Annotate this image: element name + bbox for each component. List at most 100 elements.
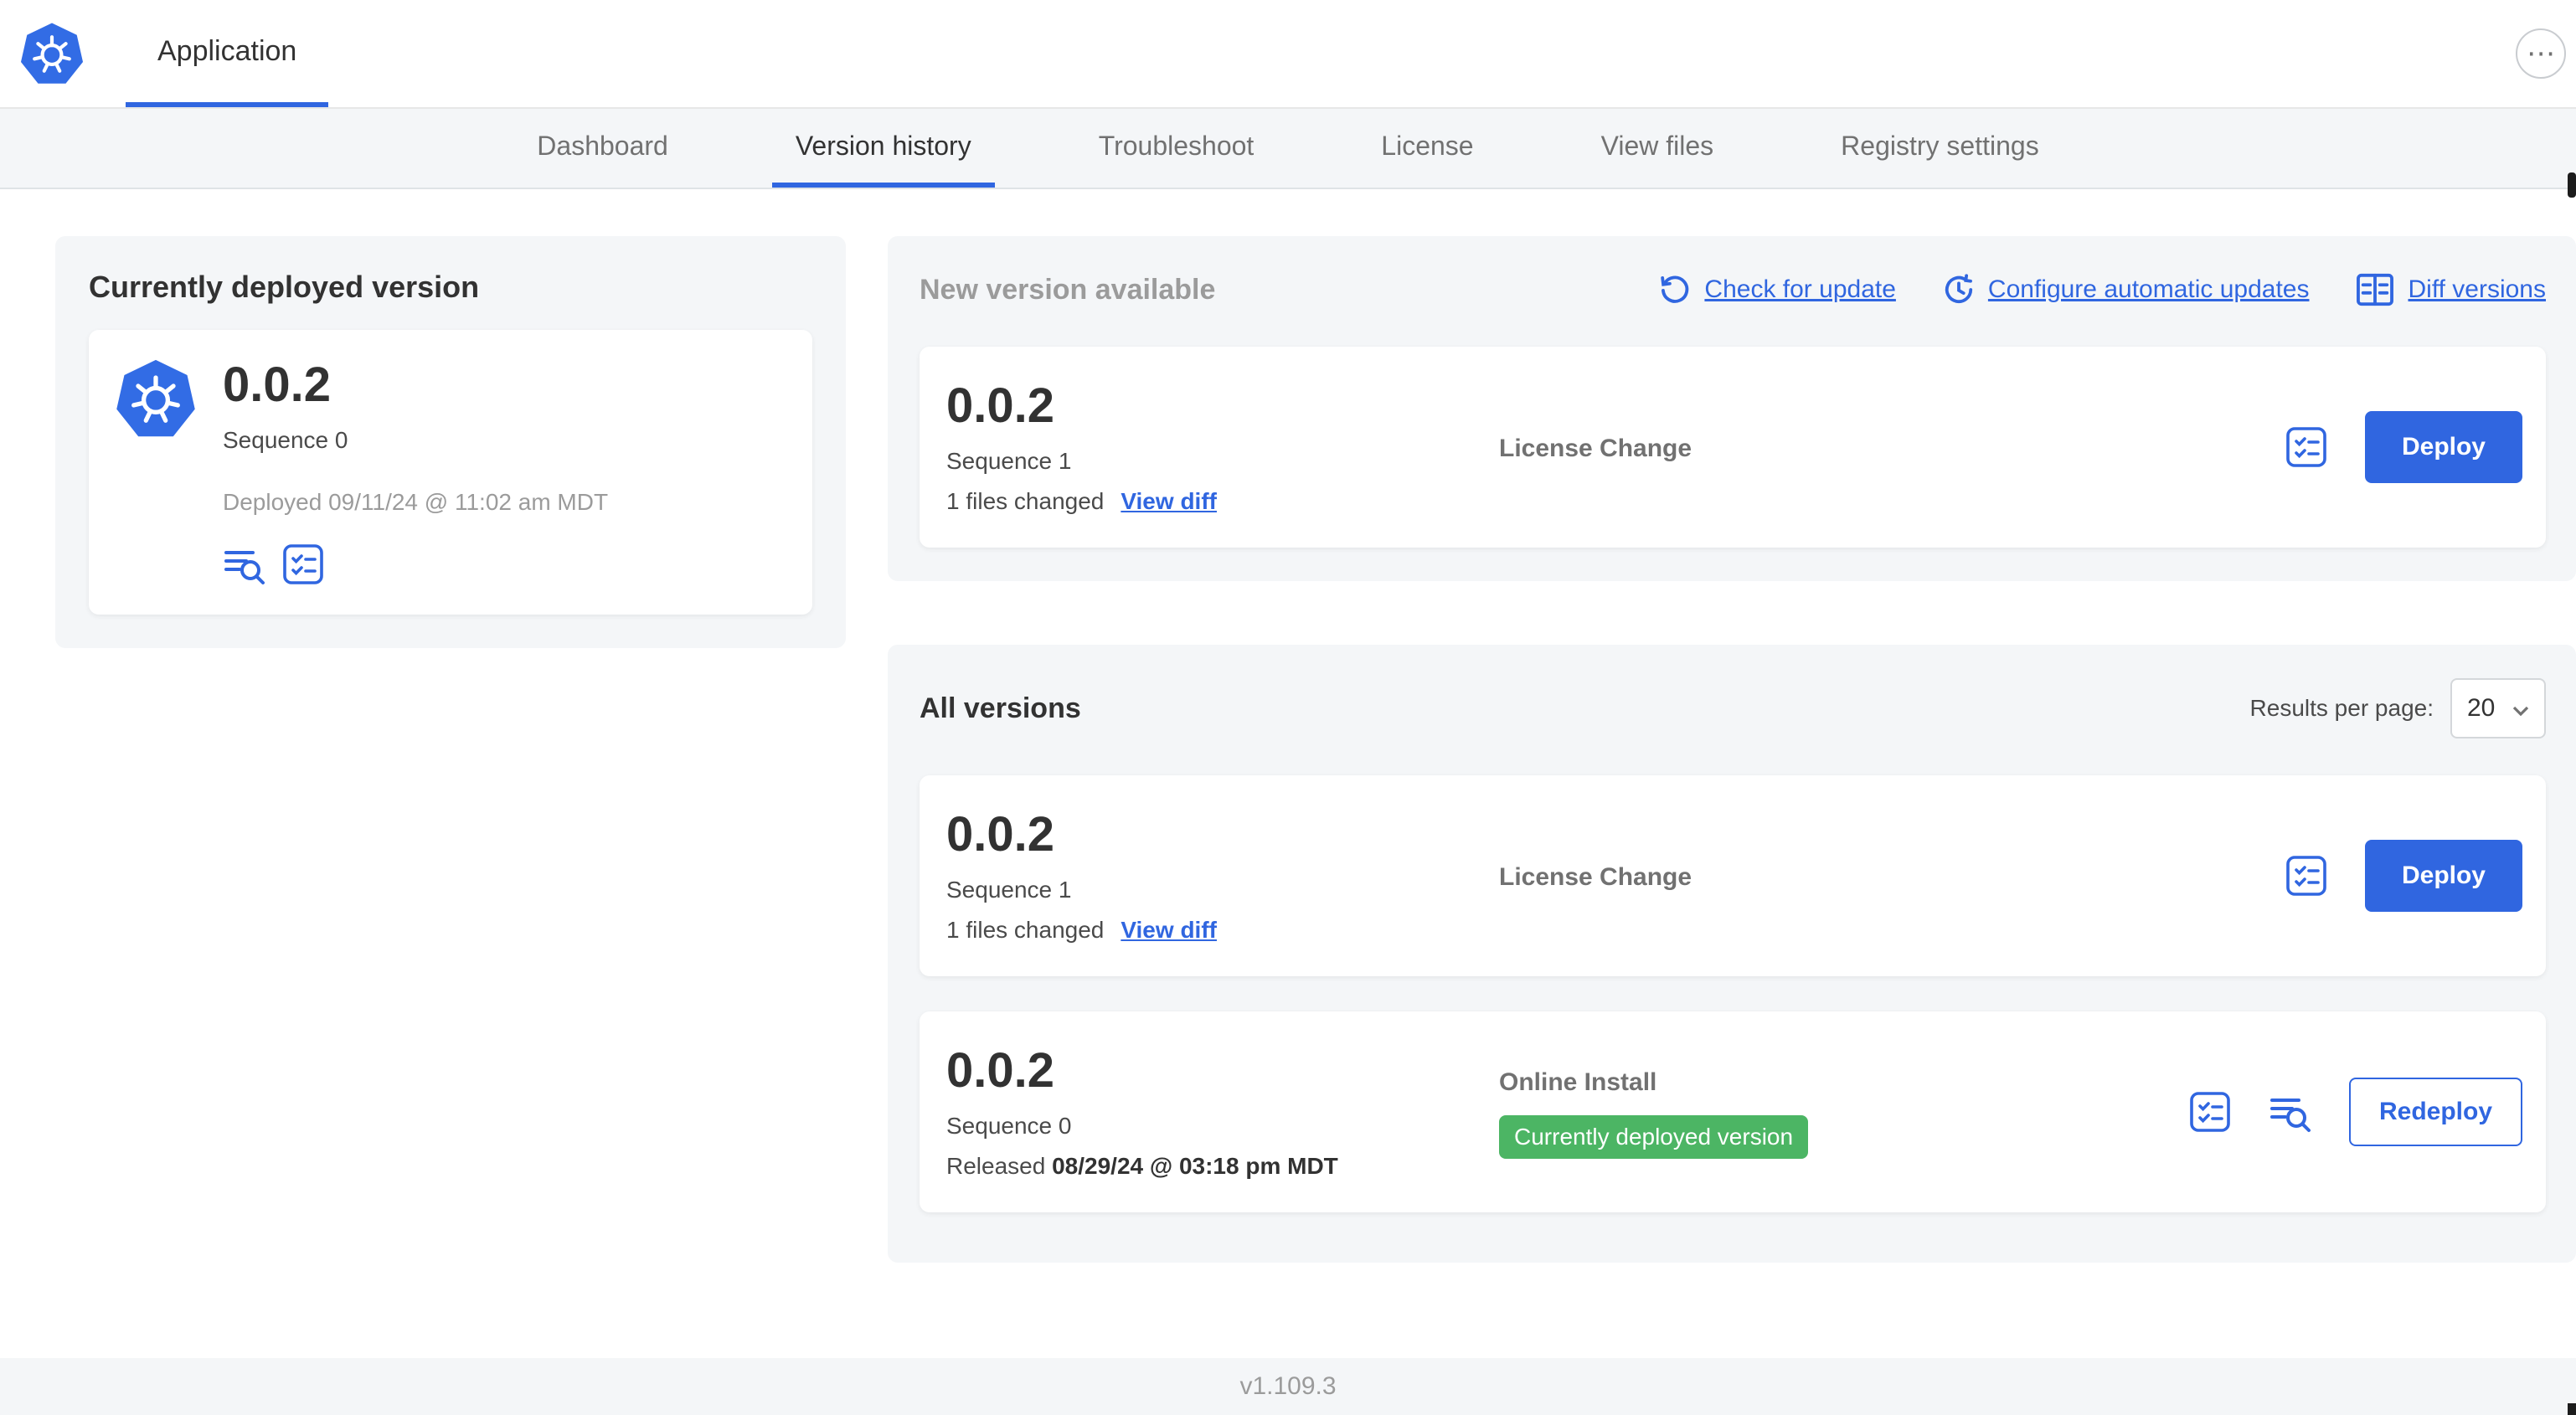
check-for-update-link[interactable]: Check for update — [1659, 274, 1896, 306]
release-notes-button[interactable] — [2285, 425, 2328, 469]
configure-updates-link[interactable]: Configure automatic updates — [1943, 274, 2310, 306]
files-changed-line: 1 files changed View diff — [946, 488, 1499, 515]
view-logs-button[interactable] — [2269, 1090, 2312, 1134]
app-version-label: v1.109.3 — [1239, 1372, 1337, 1400]
app-footer: v1.109.3 — [0, 1358, 2576, 1415]
diff-versions-link[interactable]: Diff versions — [2356, 272, 2546, 307]
results-per-page-label: Results per page: — [2249, 695, 2434, 721]
tab-label: Registry settings — [1841, 130, 2039, 161]
new-version-row: 0.0.2 Sequence 1 1 files changed View di… — [920, 347, 2546, 548]
check-for-update-label: Check for update — [1704, 275, 1896, 303]
currently-deployed-title: Currently deployed version — [89, 270, 480, 304]
app-nav: Dashboard Version history Troubleshoot L… — [0, 109, 2576, 189]
view-diff-link[interactable]: View diff — [1121, 917, 1217, 944]
version-actions: Redeploy — [2188, 1078, 2522, 1146]
version-actions: Deploy — [2285, 840, 2522, 912]
source-label: License Change — [1499, 434, 1692, 462]
all-versions-header: All versions Results per page: 20 — [920, 678, 2546, 738]
ellipsis-icon: ⋯ — [2527, 38, 2555, 69]
files-changed-label: 1 files changed — [946, 487, 1105, 514]
results-per-page: Results per page: 20 — [2250, 678, 2546, 738]
tab-troubleshoot[interactable]: Troubleshoot — [1075, 109, 1278, 188]
diff-icon — [2356, 272, 2394, 307]
version-source: Online Install Currently deployed versio… — [1499, 1066, 2188, 1159]
version-number: 0.0.2 — [946, 1043, 1054, 1099]
version-number: 0.0.2 — [946, 807, 1054, 862]
app-tab-label: Application — [157, 34, 297, 67]
app-header: Application ⋯ — [0, 0, 2576, 109]
kubernetes-logo-icon — [20, 22, 84, 85]
version-actions: Deploy — [2285, 411, 2522, 483]
tab-version-history[interactable]: Version history — [771, 109, 995, 188]
version-info: 0.0.2 Sequence 1 1 files changed View di… — [946, 379, 1499, 515]
tab-application[interactable]: Application — [126, 0, 329, 107]
version-sequence: Sequence 1 — [946, 876, 1072, 903]
more-options-button[interactable]: ⋯ — [2516, 28, 2566, 79]
app-window: Application ⋯ Dashboard Version history … — [0, 0, 2576, 1415]
deployed-timestamp: Deployed 09/11/24 @ 11:02 am MDT — [223, 488, 609, 515]
chevron-down-icon — [2512, 694, 2529, 723]
refresh-icon — [1659, 274, 1691, 306]
new-version-title: New version available — [920, 273, 1216, 306]
currently-deployed-panel: Currently deployed version 0.0.2 Sequenc… — [55, 236, 846, 648]
redeploy-button[interactable]: Redeploy — [2348, 1078, 2522, 1146]
view-logs-button[interactable] — [223, 543, 266, 586]
all-versions-panel: All versions Results per page: 20 0.0.2 … — [888, 645, 2576, 1263]
update-actions: Check for update Configure automatic upd… — [1659, 272, 2546, 307]
source-label: Online Install — [1499, 1068, 1657, 1096]
version-info: 0.0.2 Sequence 0 Released 08/29/24 @ 03:… — [946, 1044, 1499, 1180]
tab-dashboard[interactable]: Dashboard — [513, 109, 692, 188]
release-notes-icon — [2190, 1092, 2230, 1132]
main-content: Currently deployed version 0.0.2 Sequenc… — [0, 189, 2576, 1358]
files-changed-line: 1 files changed View diff — [946, 917, 1499, 944]
release-notes-button[interactable] — [281, 543, 325, 586]
deploy-button[interactable]: Deploy — [2364, 840, 2522, 912]
files-changed-label: 1 files changed — [946, 916, 1105, 943]
deployed-actions — [223, 543, 608, 586]
scrollbar-thumb[interactable] — [2568, 1403, 2576, 1415]
configure-updates-label: Configure automatic updates — [1987, 275, 2310, 303]
view-logs-icon — [224, 550, 265, 584]
version-number: 0.0.2 — [946, 378, 1054, 434]
currently-deployed-badge: Currently deployed version — [1499, 1114, 1809, 1159]
diff-versions-label: Diff versions — [2408, 275, 2546, 303]
released-prefix: Released — [946, 1152, 1046, 1179]
deployed-version-card: 0.0.2 Sequence 0 Deployed 09/11/24 @ 11:… — [89, 330, 812, 615]
version-row: 0.0.2 Sequence 0 Released 08/29/24 @ 03:… — [920, 1011, 2546, 1212]
schedule-icon — [1943, 274, 1975, 306]
release-notes-icon — [2286, 856, 2326, 896]
release-notes-icon — [283, 543, 323, 584]
deployed-version-info: 0.0.2 Sequence 0 Deployed 09/11/24 @ 11:… — [223, 358, 608, 586]
source-label: License Change — [1499, 862, 1692, 891]
results-per-page-select[interactable]: 20 — [2450, 678, 2546, 738]
tab-registry-settings[interactable]: Registry settings — [1817, 109, 2063, 188]
new-version-panel: New version available Check for update C… — [888, 236, 2576, 581]
deploy-button[interactable]: Deploy — [2364, 411, 2522, 483]
deployed-version-number: 0.0.2 — [223, 358, 331, 412]
tab-view-files[interactable]: View files — [1578, 109, 1738, 188]
scrollbar-thumb[interactable] — [2568, 172, 2576, 198]
tab-label: License — [1381, 130, 1474, 161]
version-row: 0.0.2 Sequence 1 1 files changed View di… — [920, 775, 2546, 976]
release-notes-button[interactable] — [2285, 854, 2328, 898]
view-logs-icon — [2269, 1099, 2311, 1132]
release-notes-button[interactable] — [2188, 1090, 2232, 1134]
tab-label: Version history — [795, 130, 971, 161]
deployed-sequence: Sequence 0 — [223, 426, 348, 453]
view-diff-link[interactable]: View diff — [1121, 488, 1217, 515]
all-versions-title: All versions — [920, 692, 1081, 724]
app-icon — [116, 358, 196, 439]
new-version-header: New version available Check for update C… — [920, 270, 2546, 310]
version-source: License Change — [1499, 861, 2285, 892]
tab-label: Dashboard — [537, 130, 668, 161]
right-column: New version available Check for update C… — [888, 236, 2576, 1263]
version-source: License Change — [1499, 432, 2285, 463]
results-per-page-value: 20 — [2467, 694, 2496, 722]
tab-label: Troubleshoot — [1098, 130, 1255, 161]
tab-license[interactable]: License — [1358, 109, 1497, 188]
version-info: 0.0.2 Sequence 1 1 files changed View di… — [946, 808, 1499, 944]
tab-label: View files — [1600, 130, 1714, 161]
version-sequence: Sequence 0 — [946, 1112, 1072, 1139]
release-notes-icon — [2286, 427, 2326, 467]
released-line: Released 08/29/24 @ 03:18 pm MDT — [946, 1153, 1499, 1180]
